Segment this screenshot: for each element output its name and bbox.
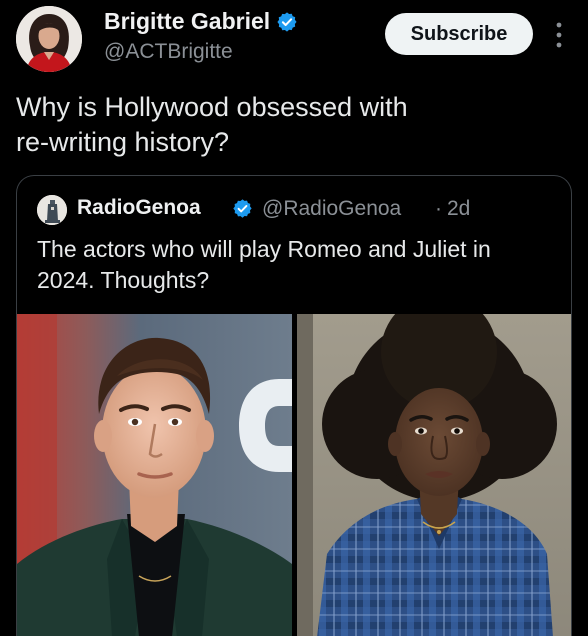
post-text-line: Why is Hollywood obsessed with xyxy=(16,92,408,122)
separator-dot: · xyxy=(435,197,442,220)
quoted-author-handle[interactable]: @RadioGenoa xyxy=(262,197,401,221)
author-handle[interactable]: @ACTBrigitte xyxy=(104,40,233,64)
quoted-author-name[interactable]: RadioGenoa xyxy=(77,196,201,220)
post-text-line: re-writing history? xyxy=(16,127,230,157)
media-grid xyxy=(17,314,571,636)
quoted-text-line: The actors who will play Romeo and Julie… xyxy=(37,236,491,262)
verified-badge-icon xyxy=(277,12,297,32)
media-photo-romeo[interactable] xyxy=(17,314,292,636)
quoted-timestamp[interactable]: 2d xyxy=(447,197,470,221)
post-text: Why is Hollywood obsessed with re-writin… xyxy=(16,90,572,160)
more-vertical-icon[interactable] xyxy=(550,20,568,50)
verified-badge-icon xyxy=(233,199,252,218)
quoted-author-avatar xyxy=(37,195,67,225)
quoted-text-line: 2024. Thoughts? xyxy=(37,267,210,293)
media-photo-juliet[interactable] xyxy=(297,314,571,636)
author-name[interactable]: Brigitte Gabriel xyxy=(104,8,298,35)
post-card: Brigitte Gabriel @ACTBrigitte Subscribe … xyxy=(0,0,588,636)
quoted-post-card[interactable]: RadioGenoa @RadioGenoa · 2d The actors w… xyxy=(16,175,572,636)
quoted-post-text: The actors who will play Romeo and Julie… xyxy=(37,234,557,296)
author-name-text: Brigitte Gabriel xyxy=(104,8,271,34)
subscribe-button[interactable]: Subscribe xyxy=(385,13,533,55)
author-avatar[interactable] xyxy=(16,6,82,72)
